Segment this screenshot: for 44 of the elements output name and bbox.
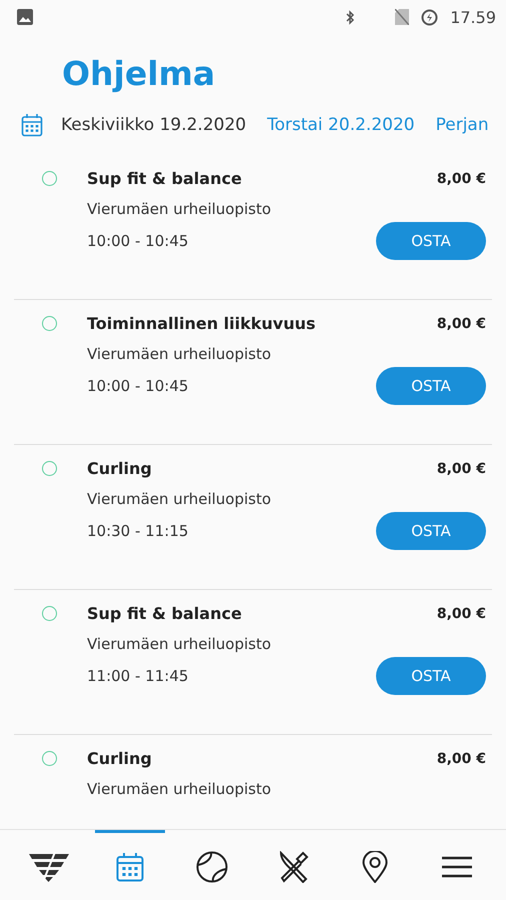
clock-time: 17.59 bbox=[450, 8, 496, 26]
event-name: Toiminnallinen liikkuvuus bbox=[87, 314, 316, 333]
location-pin-icon bbox=[362, 850, 388, 882]
data-saver-icon bbox=[421, 8, 438, 26]
ball-icon bbox=[196, 850, 228, 882]
buy-button[interactable]: OSTA bbox=[376, 222, 486, 260]
event-venue: Vierumäen urheiluopisto bbox=[87, 345, 272, 363]
buy-button[interactable]: OSTA bbox=[376, 367, 486, 405]
bluetooth-icon bbox=[346, 10, 356, 24]
menu-icon bbox=[442, 856, 472, 878]
date-tab[interactable]: Torstai 20.2.2020 bbox=[267, 115, 415, 135]
event-venue: Vierumäen urheiluopisto bbox=[87, 780, 272, 798]
event-time: 10:00 - 10:45 bbox=[87, 232, 188, 250]
knife-fork-icon bbox=[278, 850, 310, 882]
calendar-icon bbox=[21, 113, 43, 137]
event-venue: Vierumäen urheiluopisto bbox=[87, 200, 272, 218]
calendar-icon bbox=[116, 852, 144, 882]
event-price: 8,00 € bbox=[436, 750, 486, 766]
select-circle[interactable] bbox=[42, 316, 57, 331]
buy-button[interactable]: OSTA bbox=[376, 512, 486, 550]
stripes-logo-icon bbox=[28, 852, 69, 882]
event-time: 10:30 - 11:15 bbox=[87, 522, 188, 540]
event-name: Curling bbox=[87, 459, 152, 478]
no-sim-icon bbox=[395, 9, 410, 25]
image-icon bbox=[17, 9, 33, 25]
event-venue: Vierumäen urheiluopisto bbox=[87, 490, 272, 508]
select-circle[interactable] bbox=[42, 751, 57, 766]
date-tab[interactable]: Perjan bbox=[436, 115, 489, 135]
select-circle[interactable] bbox=[42, 461, 57, 476]
event-time: 11:00 - 11:45 bbox=[87, 667, 188, 685]
event-price: 8,00 € bbox=[436, 606, 486, 622]
event-price: 8,00 € bbox=[436, 460, 486, 476]
select-circle[interactable] bbox=[42, 171, 57, 186]
event-time: 10:00 - 10:45 bbox=[87, 377, 188, 395]
event-price: 8,00 € bbox=[436, 170, 486, 186]
date-tab[interactable]: Keskiviikko 19.2.2020 bbox=[61, 115, 246, 135]
buy-button[interactable]: OSTA bbox=[376, 657, 486, 695]
event-name: Sup fit & balance bbox=[87, 169, 242, 188]
event-price: 8,00 € bbox=[436, 316, 486, 332]
select-circle[interactable] bbox=[42, 606, 57, 621]
event-venue: Vierumäen urheiluopisto bbox=[87, 635, 272, 653]
event-name: Curling bbox=[87, 749, 152, 768]
page-title: Ohjelma bbox=[62, 54, 216, 94]
event-name: Sup fit & balance bbox=[87, 604, 242, 623]
